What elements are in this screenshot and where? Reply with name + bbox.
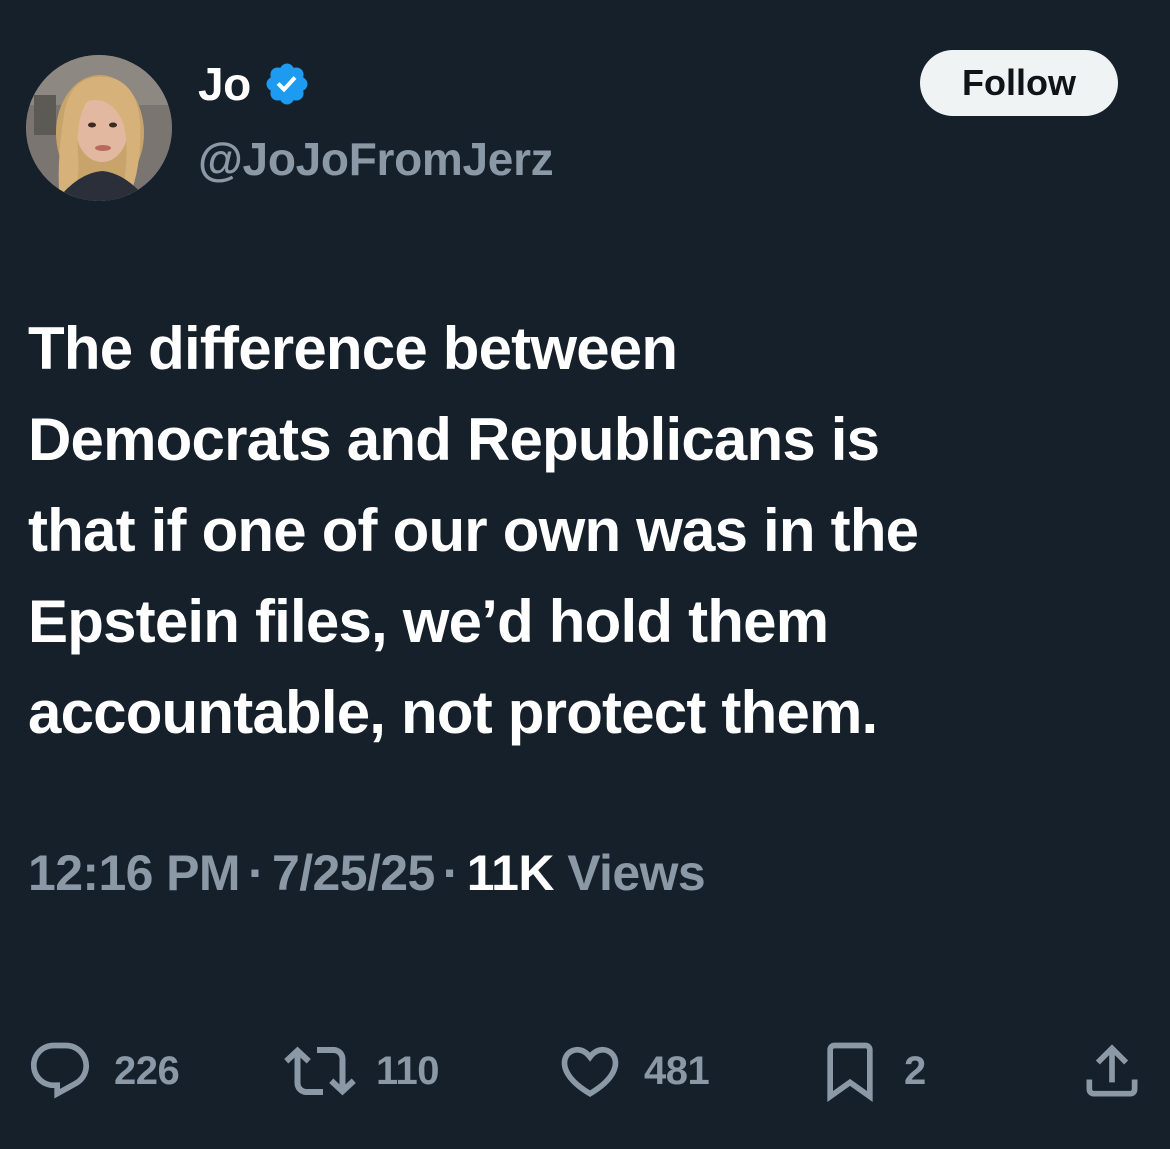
tweet-date[interactable]: 7/25/25 — [272, 845, 435, 901]
display-name[interactable]: Jo — [198, 57, 251, 111]
bookmark-icon — [816, 1037, 884, 1105]
reply-icon — [26, 1037, 94, 1105]
verified-badge-icon[interactable] — [263, 60, 311, 108]
tweet-meta: 12:16 PM · 7/25/25 · 11K Views — [28, 840, 706, 906]
like-button[interactable]: 481 — [556, 1036, 710, 1106]
tweet-text-line: that if one of our own was in the — [28, 497, 919, 564]
repost-icon — [284, 1035, 356, 1107]
tweet-time[interactable]: 12:16 PM — [28, 845, 241, 901]
avatar[interactable] — [26, 55, 172, 201]
action-bar: 226 110 481 2 — [0, 1036, 1170, 1106]
tweet-text-line: Democrats and Republicans is — [28, 406, 880, 473]
reply-button[interactable]: 226 — [26, 1036, 180, 1106]
tweet-text: The difference between Democrats and Repu… — [28, 303, 1138, 758]
tweet-text-line: Epstein files, we’d hold them — [28, 588, 829, 655]
views-count: 11K — [466, 845, 555, 901]
reply-count: 226 — [114, 1048, 180, 1093]
meta-separator: · — [442, 845, 460, 901]
heart-icon — [556, 1037, 624, 1105]
tweet-card: Jo @JoJoFromJerz Follow The difference b… — [0, 0, 1170, 1149]
profile-photo — [26, 55, 172, 201]
author-handle[interactable]: @JoJoFromJerz — [198, 132, 554, 186]
author-name-row: Jo — [198, 52, 311, 116]
share-button[interactable] — [1078, 1036, 1146, 1106]
tweet-text-line: accountable, not protect them. — [28, 679, 878, 746]
tweet-text-line: The difference between — [28, 315, 678, 382]
repost-button[interactable]: 110 — [284, 1035, 440, 1107]
like-count: 481 — [644, 1048, 710, 1093]
repost-count: 110 — [376, 1048, 440, 1093]
follow-button[interactable]: Follow — [920, 50, 1118, 116]
meta-separator: · — [247, 845, 265, 901]
views-label: Views — [567, 845, 706, 901]
bookmark-button[interactable]: 2 — [816, 1036, 926, 1106]
bookmark-count: 2 — [904, 1048, 926, 1093]
share-icon — [1078, 1037, 1146, 1105]
